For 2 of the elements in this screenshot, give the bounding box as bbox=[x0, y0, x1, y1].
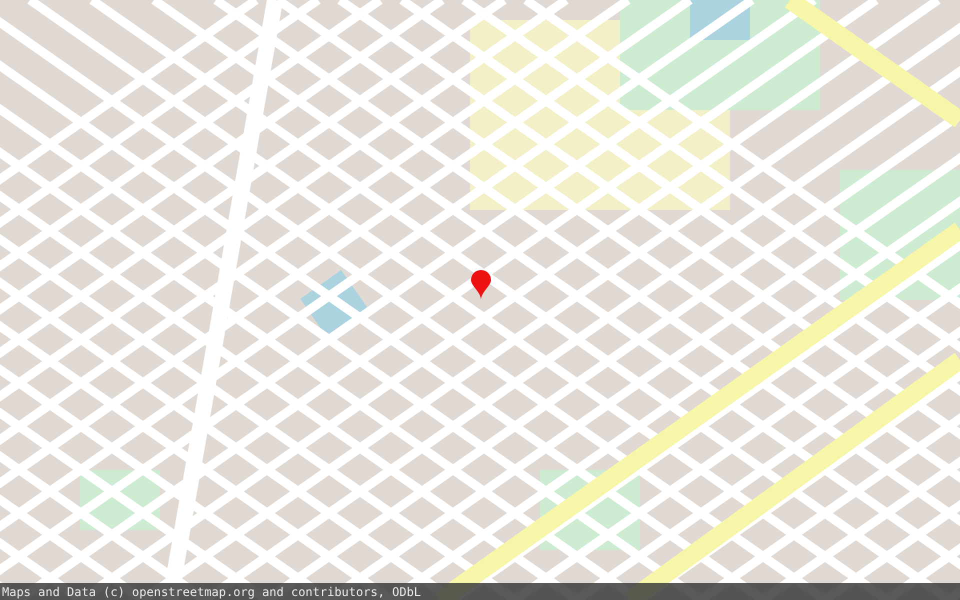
attribution-text: Maps and Data (c) openstreetmap.org and contributors, ODbL bbox=[1, 584, 422, 598]
map-marker-icon[interactable] bbox=[471, 270, 491, 300]
